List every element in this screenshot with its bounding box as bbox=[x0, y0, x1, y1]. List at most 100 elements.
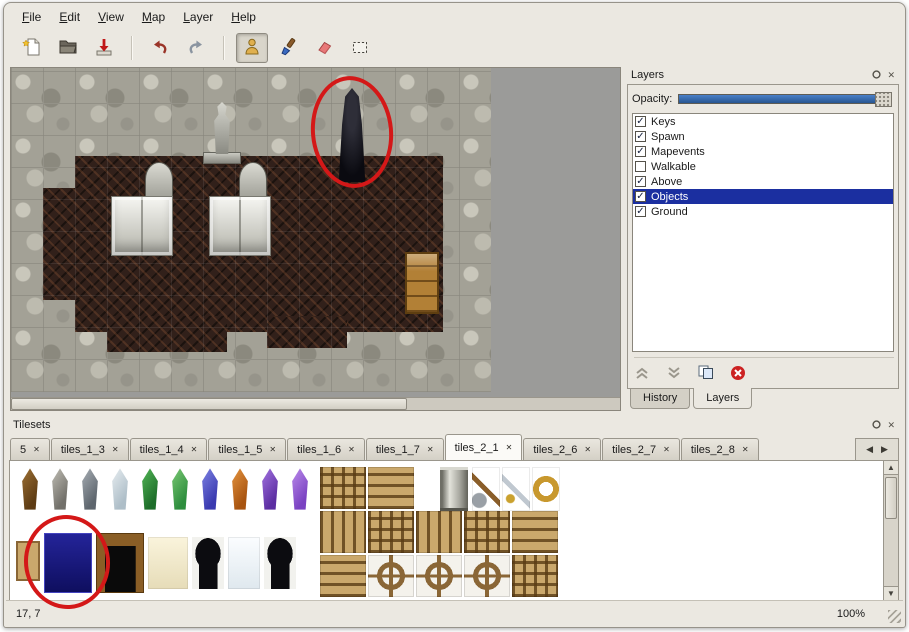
tab-layers[interactable]: Layers bbox=[693, 388, 752, 409]
tileset-tab-tiles_1_5[interactable]: tiles_1_5✕ bbox=[208, 438, 286, 460]
tile-rope[interactable] bbox=[532, 467, 560, 511]
tile-crystal-brown[interactable] bbox=[16, 467, 44, 511]
close-tab-icon[interactable]: ✕ bbox=[663, 445, 670, 454]
tile-cream[interactable] bbox=[148, 537, 188, 589]
tileset-tab-tiles_2_7[interactable]: tiles_2_7✕ bbox=[602, 438, 680, 460]
layer-row-objects[interactable]: ✓Objects bbox=[633, 189, 893, 204]
close-tab-icon[interactable]: ✕ bbox=[112, 445, 119, 454]
layer-row-ground[interactable]: ✓Ground bbox=[633, 204, 893, 219]
tileset-tab-tiles_1_6[interactable]: tiles_1_6✕ bbox=[287, 438, 365, 460]
scroll-down-button[interactable]: ▼ bbox=[884, 586, 898, 600]
close-tab-icon[interactable]: ✕ bbox=[427, 445, 434, 454]
tile-pillar[interactable] bbox=[440, 467, 468, 511]
layer-visibility-checkbox[interactable]: ✓ bbox=[635, 176, 646, 187]
layer-visibility-checkbox[interactable]: ✓ bbox=[635, 191, 646, 202]
detach-panel-icon[interactable] bbox=[872, 420, 881, 431]
layer-visibility-checkbox[interactable]: ✓ bbox=[635, 131, 646, 142]
layer-visibility-checkbox[interactable]: ✓ bbox=[635, 116, 646, 127]
move-layer-down-button[interactable] bbox=[666, 366, 682, 380]
close-tab-icon[interactable]: ✕ bbox=[584, 445, 591, 454]
tileset-tab-tiles_1_7[interactable]: tiles_1_7✕ bbox=[366, 438, 444, 460]
tile-track-cross[interactable] bbox=[464, 511, 510, 553]
close-tab-icon[interactable]: ✕ bbox=[348, 445, 355, 454]
tileset-vertical-scrollbar[interactable]: ▲ ▼ bbox=[883, 461, 898, 600]
layer-visibility-checkbox[interactable] bbox=[635, 161, 646, 172]
eraser-tool-button[interactable] bbox=[308, 33, 340, 63]
detach-panel-icon[interactable] bbox=[872, 70, 881, 81]
resize-grip[interactable] bbox=[888, 610, 901, 623]
layer-row-spawn[interactable]: ✓Spawn bbox=[633, 129, 893, 144]
opacity-slider-handle[interactable] bbox=[875, 92, 892, 107]
layer-row-above[interactable]: ✓Above bbox=[633, 174, 893, 189]
layer-row-mapevents[interactable]: ✓Mapevents bbox=[633, 144, 893, 159]
open-map-button[interactable] bbox=[52, 33, 84, 63]
tile-track-v[interactable] bbox=[416, 511, 462, 553]
undo-button[interactable] bbox=[144, 33, 176, 63]
layer-row-keys[interactable]: ✓Keys bbox=[633, 114, 893, 129]
scroll-up-button[interactable]: ▲ bbox=[884, 461, 898, 475]
scroll-tabs-left-button[interactable]: ◀ bbox=[866, 444, 873, 455]
layer-row-walkable[interactable]: Walkable bbox=[633, 159, 893, 174]
duplicate-layer-button[interactable] bbox=[698, 365, 714, 380]
tile-track-cross[interactable] bbox=[320, 467, 366, 509]
menu-help[interactable]: Help bbox=[223, 7, 264, 27]
tile-crystal-slate[interactable] bbox=[76, 467, 104, 511]
tile-crystal-green[interactable] bbox=[136, 467, 164, 511]
tile-wheel[interactable] bbox=[464, 555, 510, 597]
new-map-button[interactable] bbox=[16, 33, 48, 63]
delete-layer-button[interactable] bbox=[730, 365, 746, 381]
tile-track-h[interactable] bbox=[320, 555, 366, 597]
tile-wheel[interactable] bbox=[368, 555, 414, 597]
close-tab-icon[interactable]: ✕ bbox=[33, 445, 40, 454]
scrollbar-thumb[interactable] bbox=[11, 398, 407, 410]
menu-layer[interactable]: Layer bbox=[175, 7, 221, 27]
tile-track-cross[interactable] bbox=[512, 555, 558, 597]
close-tab-icon[interactable]: ✕ bbox=[269, 445, 276, 454]
brush-tool-button[interactable] bbox=[272, 33, 304, 63]
tileset-tab-tiles_2_1[interactable]: tiles_2_1✕ bbox=[445, 434, 523, 460]
close-tab-icon[interactable]: ✕ bbox=[191, 445, 198, 454]
tileset-tab-tiles_2_8[interactable]: tiles_2_8✕ bbox=[681, 438, 759, 460]
tile-shovel[interactable] bbox=[472, 467, 500, 511]
map-canvas[interactable] bbox=[10, 67, 621, 411]
tile-track-h[interactable] bbox=[368, 467, 414, 509]
tile-track-h[interactable] bbox=[512, 511, 558, 553]
tile-track-v[interactable] bbox=[320, 511, 366, 553]
tile-snow[interactable] bbox=[228, 537, 260, 589]
tab-history[interactable]: History bbox=[630, 389, 690, 409]
close-panel-icon[interactable]: ✕ bbox=[887, 421, 895, 430]
save-map-button[interactable] bbox=[88, 33, 120, 63]
layer-visibility-checkbox[interactable]: ✓ bbox=[635, 146, 646, 157]
scroll-tabs-right-button[interactable]: ▶ bbox=[881, 444, 888, 455]
close-panel-icon[interactable]: ✕ bbox=[887, 71, 895, 80]
map-horizontal-scrollbar[interactable] bbox=[11, 397, 620, 410]
tile-crystal-jade[interactable] bbox=[166, 467, 194, 511]
tile-track-cross[interactable] bbox=[368, 511, 414, 553]
tile-crystal-blue[interactable] bbox=[196, 467, 224, 511]
menu-view[interactable]: View bbox=[90, 7, 132, 27]
tile-arch-dark[interactable] bbox=[264, 537, 296, 589]
tile-crystal-violet[interactable] bbox=[286, 467, 314, 511]
tileset-tab-tiles_2_6[interactable]: tiles_2_6✕ bbox=[523, 438, 601, 460]
tile-sword[interactable] bbox=[502, 467, 530, 511]
select-tool-button[interactable] bbox=[344, 33, 376, 63]
tileset-tab-tiles_1_4[interactable]: tiles_1_4✕ bbox=[130, 438, 208, 460]
move-layer-up-button[interactable] bbox=[634, 366, 650, 380]
entity-tool-button[interactable] bbox=[236, 33, 268, 63]
tileset-canvas[interactable] bbox=[10, 461, 883, 600]
menu-map[interactable]: Map bbox=[134, 7, 173, 27]
scrollbar-thumb[interactable] bbox=[885, 477, 897, 519]
tile-crystal-orange[interactable] bbox=[226, 467, 254, 511]
tile-wheel[interactable] bbox=[416, 555, 462, 597]
tileset-tab-tiles_1_3[interactable]: tiles_1_3✕ bbox=[51, 438, 129, 460]
tile-arch-dark[interactable] bbox=[192, 537, 224, 589]
tile-crystal-ice[interactable] bbox=[106, 467, 134, 511]
opacity-slider[interactable] bbox=[678, 94, 892, 104]
close-tab-icon[interactable]: ✕ bbox=[506, 443, 513, 452]
tile-crystal-gray[interactable] bbox=[46, 467, 74, 511]
layer-visibility-checkbox[interactable]: ✓ bbox=[635, 206, 646, 217]
redo-button[interactable] bbox=[180, 33, 212, 63]
menu-file[interactable]: File bbox=[14, 7, 49, 27]
tile-crystal-purple[interactable] bbox=[256, 467, 284, 511]
map-viewport[interactable] bbox=[11, 68, 491, 392]
